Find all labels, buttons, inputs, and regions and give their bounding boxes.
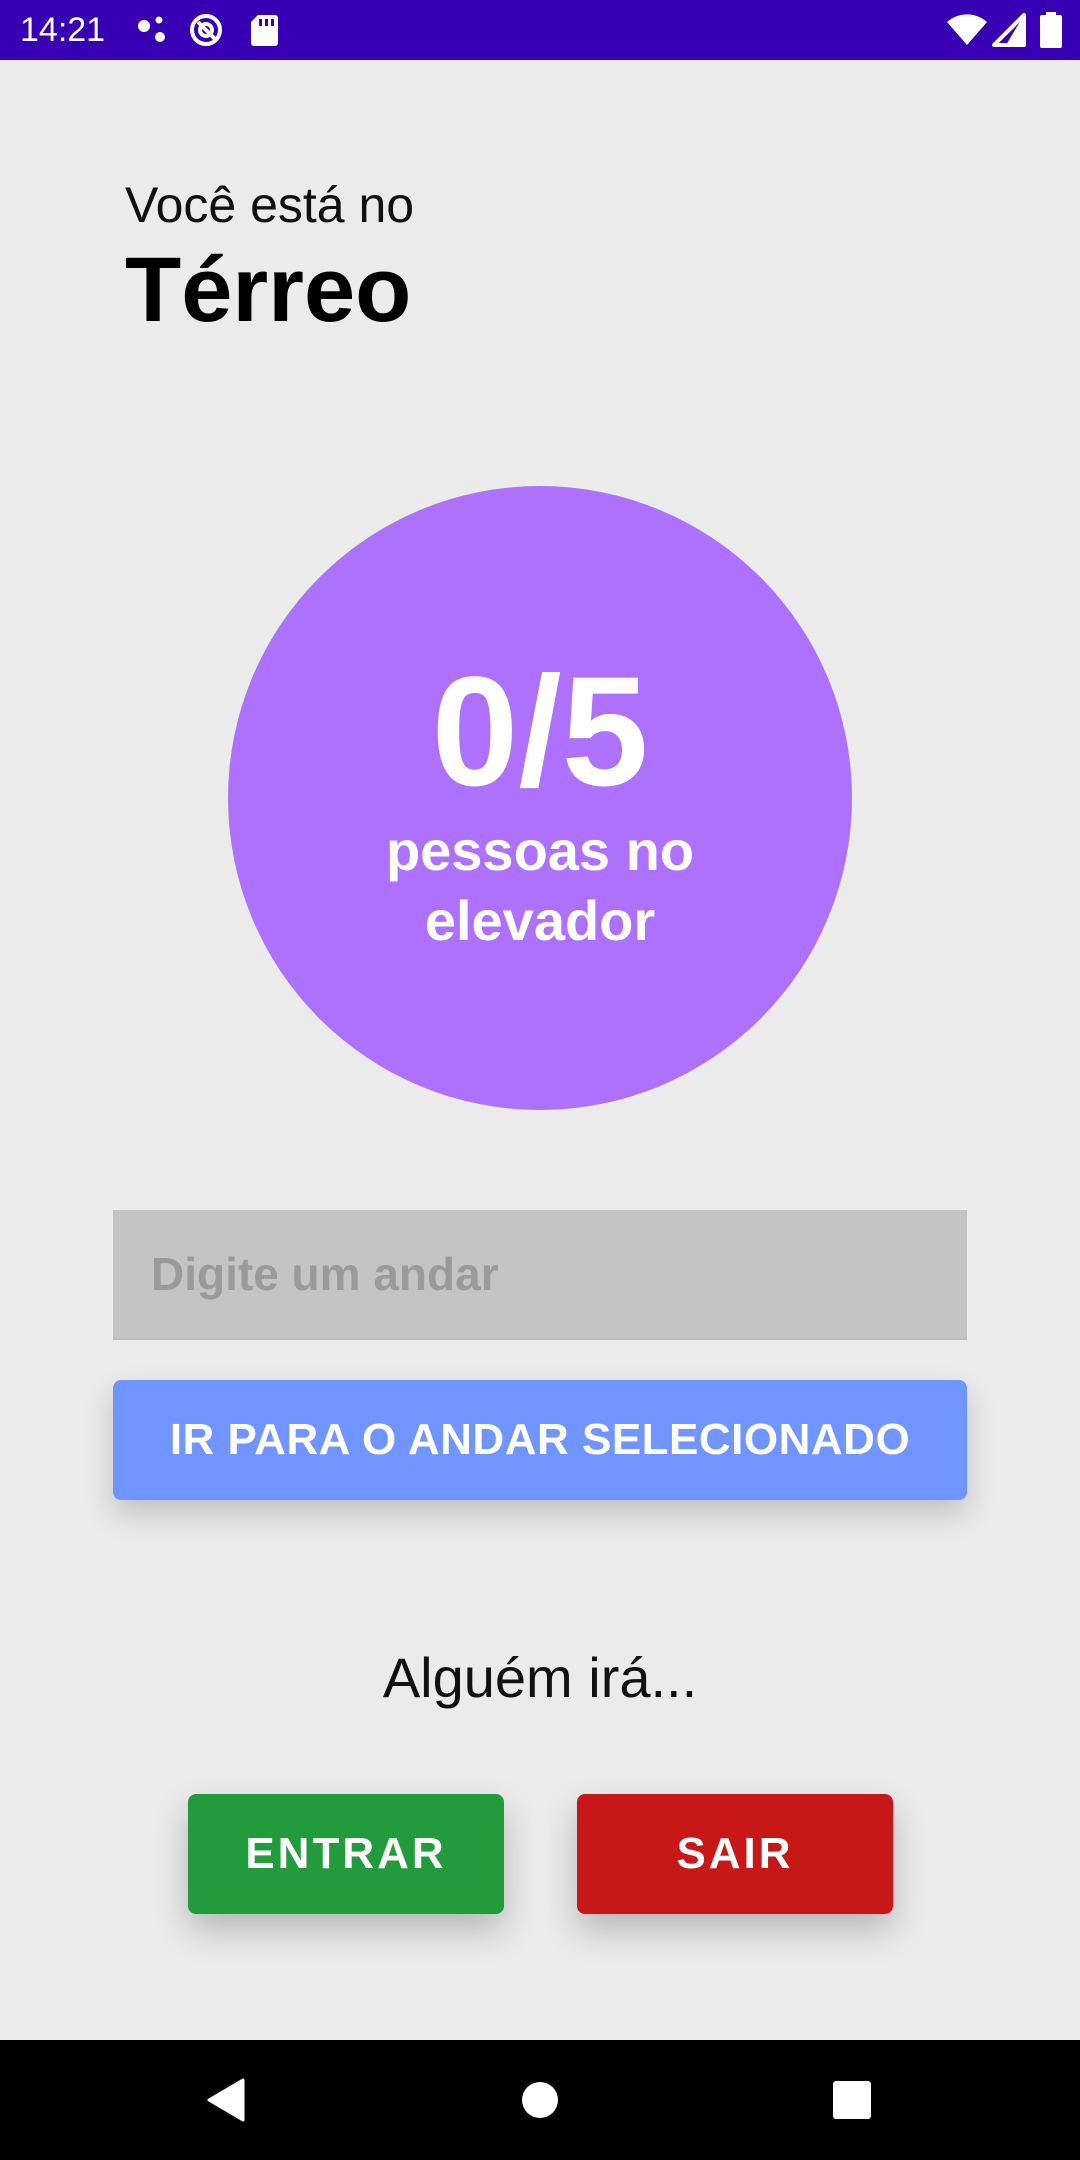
status-time: 14:21 — [20, 11, 106, 49]
wifi-icon — [947, 14, 987, 45]
assistant-dots-icon — [138, 16, 165, 42]
occupancy-label: pessoas no elevador — [385, 819, 695, 952]
enter-button[interactable]: ENTRAR — [188, 1794, 504, 1914]
someone-will-text: Alguém irá... — [382, 1646, 698, 1709]
at-sign-icon — [190, 14, 222, 46]
battery-icon — [1040, 12, 1062, 48]
navigation-bar — [0, 2040, 1080, 2160]
go-to-floor-button[interactable]: IR PARA O ANDAR SELECIONADO — [113, 1380, 967, 1500]
floor-prefix-text: Você está no — [125, 177, 415, 233]
exit-button[interactable]: SAIR — [577, 1794, 893, 1914]
status-bar: 14:21 — [0, 0, 1080, 60]
home-icon[interactable] — [510, 2070, 570, 2130]
recents-icon[interactable] — [822, 2070, 882, 2130]
sd-card-icon — [251, 15, 278, 46]
back-icon[interactable] — [195, 2070, 255, 2130]
occupancy-count: 0/5 — [431, 645, 649, 819]
occupancy-circle: 0/5 pessoas no elevador — [228, 486, 852, 1110]
floor-input[interactable] — [113, 1210, 967, 1340]
current-floor-title: Térreo — [125, 239, 412, 341]
signal-icon — [992, 13, 1026, 47]
floor-header: Você está no Térreo — [125, 175, 414, 345]
